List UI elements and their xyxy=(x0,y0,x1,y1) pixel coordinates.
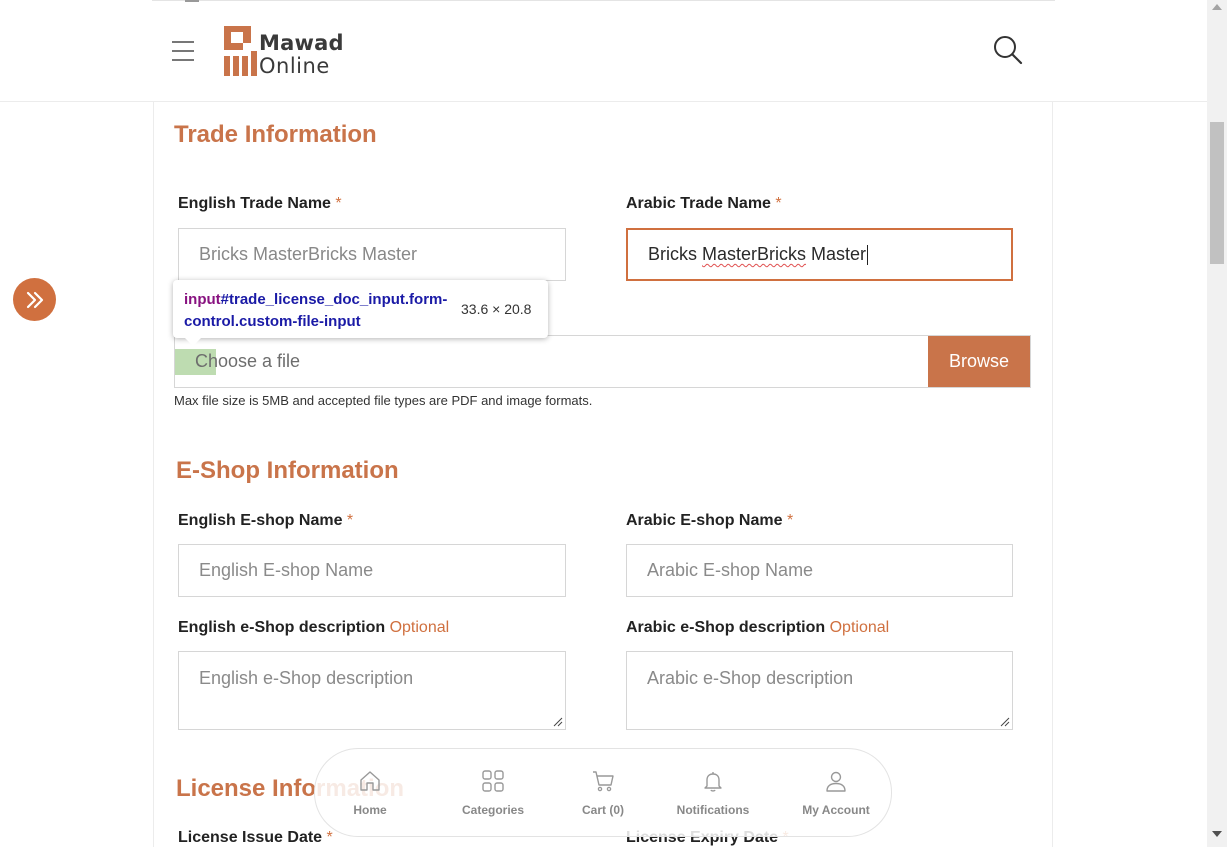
user-icon xyxy=(826,771,846,792)
textarea-placeholder: English e-Shop description xyxy=(199,668,414,688)
tooltip-selector: input#trade_license_doc_input.form-contr… xyxy=(184,289,449,333)
logo-text: Mawad Online xyxy=(259,33,344,77)
trade-section-title: Trade Information xyxy=(174,121,377,148)
logo-mark-icon xyxy=(224,26,257,76)
license-issue-date-label: License Issue Date * xyxy=(178,829,333,847)
english-eshop-name-input[interactable]: English E-shop Name xyxy=(178,544,566,597)
tooltip-selector-rest: #trade_license_doc_input.form-control.cu… xyxy=(184,291,448,330)
logo-line1: Mawad xyxy=(259,31,344,55)
required-mark: * xyxy=(775,195,782,212)
nav-cart-label: Cart (0) xyxy=(581,803,624,817)
arabic-eshop-name-label-text: Arabic E-shop Name xyxy=(626,512,783,529)
english-eshop-desc-label-text: English e-Shop description xyxy=(178,619,386,636)
nav-cart[interactable]: Cart (0) xyxy=(553,769,653,817)
logo-line2: Online xyxy=(259,54,330,78)
arabic-eshop-name-label: Arabic E-shop Name * xyxy=(626,512,793,530)
english-trade-name-label: English Trade Name * xyxy=(178,195,342,213)
double-chevron-right-icon xyxy=(26,291,43,308)
menu-icon[interactable] xyxy=(172,41,194,61)
nav-notifications[interactable]: Notifications xyxy=(663,769,763,817)
tooltip-arrow xyxy=(185,338,201,346)
nav-home-label: Home xyxy=(353,803,387,817)
required-mark: * xyxy=(786,512,794,529)
divider-mark xyxy=(185,0,199,2)
scroll-down-arrow-icon[interactable] xyxy=(1212,831,1222,837)
nav-notifications-label: Notifications xyxy=(676,803,750,817)
arabic-trade-name-input[interactable]: Bricks MasterBricks Master xyxy=(626,228,1013,281)
required-mark: * xyxy=(335,195,342,212)
search-icon[interactable] xyxy=(992,34,1024,66)
tooltip-tag: input xyxy=(184,291,221,308)
arabic-eshop-desc-textarea[interactable]: Arabic e-Shop description xyxy=(626,651,1013,730)
english-eshop-desc-label: English e-Shop description Optional xyxy=(178,619,449,637)
tooltip-dimensions: 33.6 × 20.8 xyxy=(461,301,532,317)
side-panel-toggle-button[interactable] xyxy=(13,278,56,321)
license-issue-date-label-text: License Issue Date xyxy=(178,829,323,846)
english-trade-name-label-text: English Trade Name xyxy=(178,195,331,212)
spellcheck-text: MasterBricks xyxy=(702,244,807,264)
trade-license-file-input[interactable]: Choose a file Browse xyxy=(174,335,1031,388)
nav-my-account-label: My Account xyxy=(802,803,870,817)
grid-icon xyxy=(482,770,504,792)
input-text: Master xyxy=(806,244,867,264)
required-mark: * xyxy=(326,829,333,846)
scroll-up-arrow-icon[interactable] xyxy=(1212,4,1222,10)
input-text: Bricks xyxy=(648,244,702,264)
browse-button[interactable]: Browse xyxy=(928,336,1030,387)
bottom-navigation: Home Categories Cart (0) Notifications M… xyxy=(314,748,892,837)
arabic-eshop-desc-label-text: Arabic e-Shop description xyxy=(626,619,826,636)
optional-tag: Optional xyxy=(829,619,890,636)
required-mark: * xyxy=(346,512,354,529)
arabic-eshop-name-input[interactable]: Arabic E-shop Name xyxy=(626,544,1013,597)
cart-icon xyxy=(593,771,614,792)
scroll-thumb[interactable] xyxy=(1210,122,1224,264)
arabic-trade-name-label: Arabic Trade Name * xyxy=(626,195,782,213)
arabic-trade-name-label-text: Arabic Trade Name xyxy=(626,195,771,212)
text-caret xyxy=(867,244,869,265)
site-logo[interactable]: Mawad Online xyxy=(223,25,353,77)
nav-categories-label: Categories xyxy=(461,803,525,817)
page-scrollbar[interactable] xyxy=(1207,0,1227,847)
arabic-eshop-desc-label: Arabic e-Shop description Optional xyxy=(626,619,889,637)
resize-grip-icon[interactable] xyxy=(1000,717,1010,727)
eshop-section-title: E-Shop Information xyxy=(176,457,399,484)
nav-my-account[interactable]: My Account xyxy=(786,769,886,817)
file-placeholder: Choose a file xyxy=(195,351,301,371)
english-eshop-name-label-text: English E-shop Name xyxy=(178,512,343,529)
resize-grip-icon[interactable] xyxy=(553,717,563,727)
nav-home[interactable]: Home xyxy=(320,769,420,817)
home-icon xyxy=(360,771,380,791)
textarea-placeholder: Arabic e-Shop description xyxy=(647,668,854,688)
file-help-text: Max file size is 5MB and accepted file t… xyxy=(174,393,593,408)
bell-icon xyxy=(704,772,722,792)
optional-tag: Optional xyxy=(389,619,450,636)
nav-categories[interactable]: Categories xyxy=(443,769,543,817)
english-eshop-desc-textarea[interactable]: English e-Shop description xyxy=(178,651,566,730)
site-header: Mawad Online xyxy=(0,0,1207,102)
english-trade-name-input[interactable]: Bricks MasterBricks Master xyxy=(178,228,566,281)
devtools-inspect-tooltip: input#trade_license_doc_input.form-contr… xyxy=(173,280,548,346)
english-eshop-name-label: English E-shop Name * xyxy=(178,512,353,530)
header-divider xyxy=(152,0,1055,1)
